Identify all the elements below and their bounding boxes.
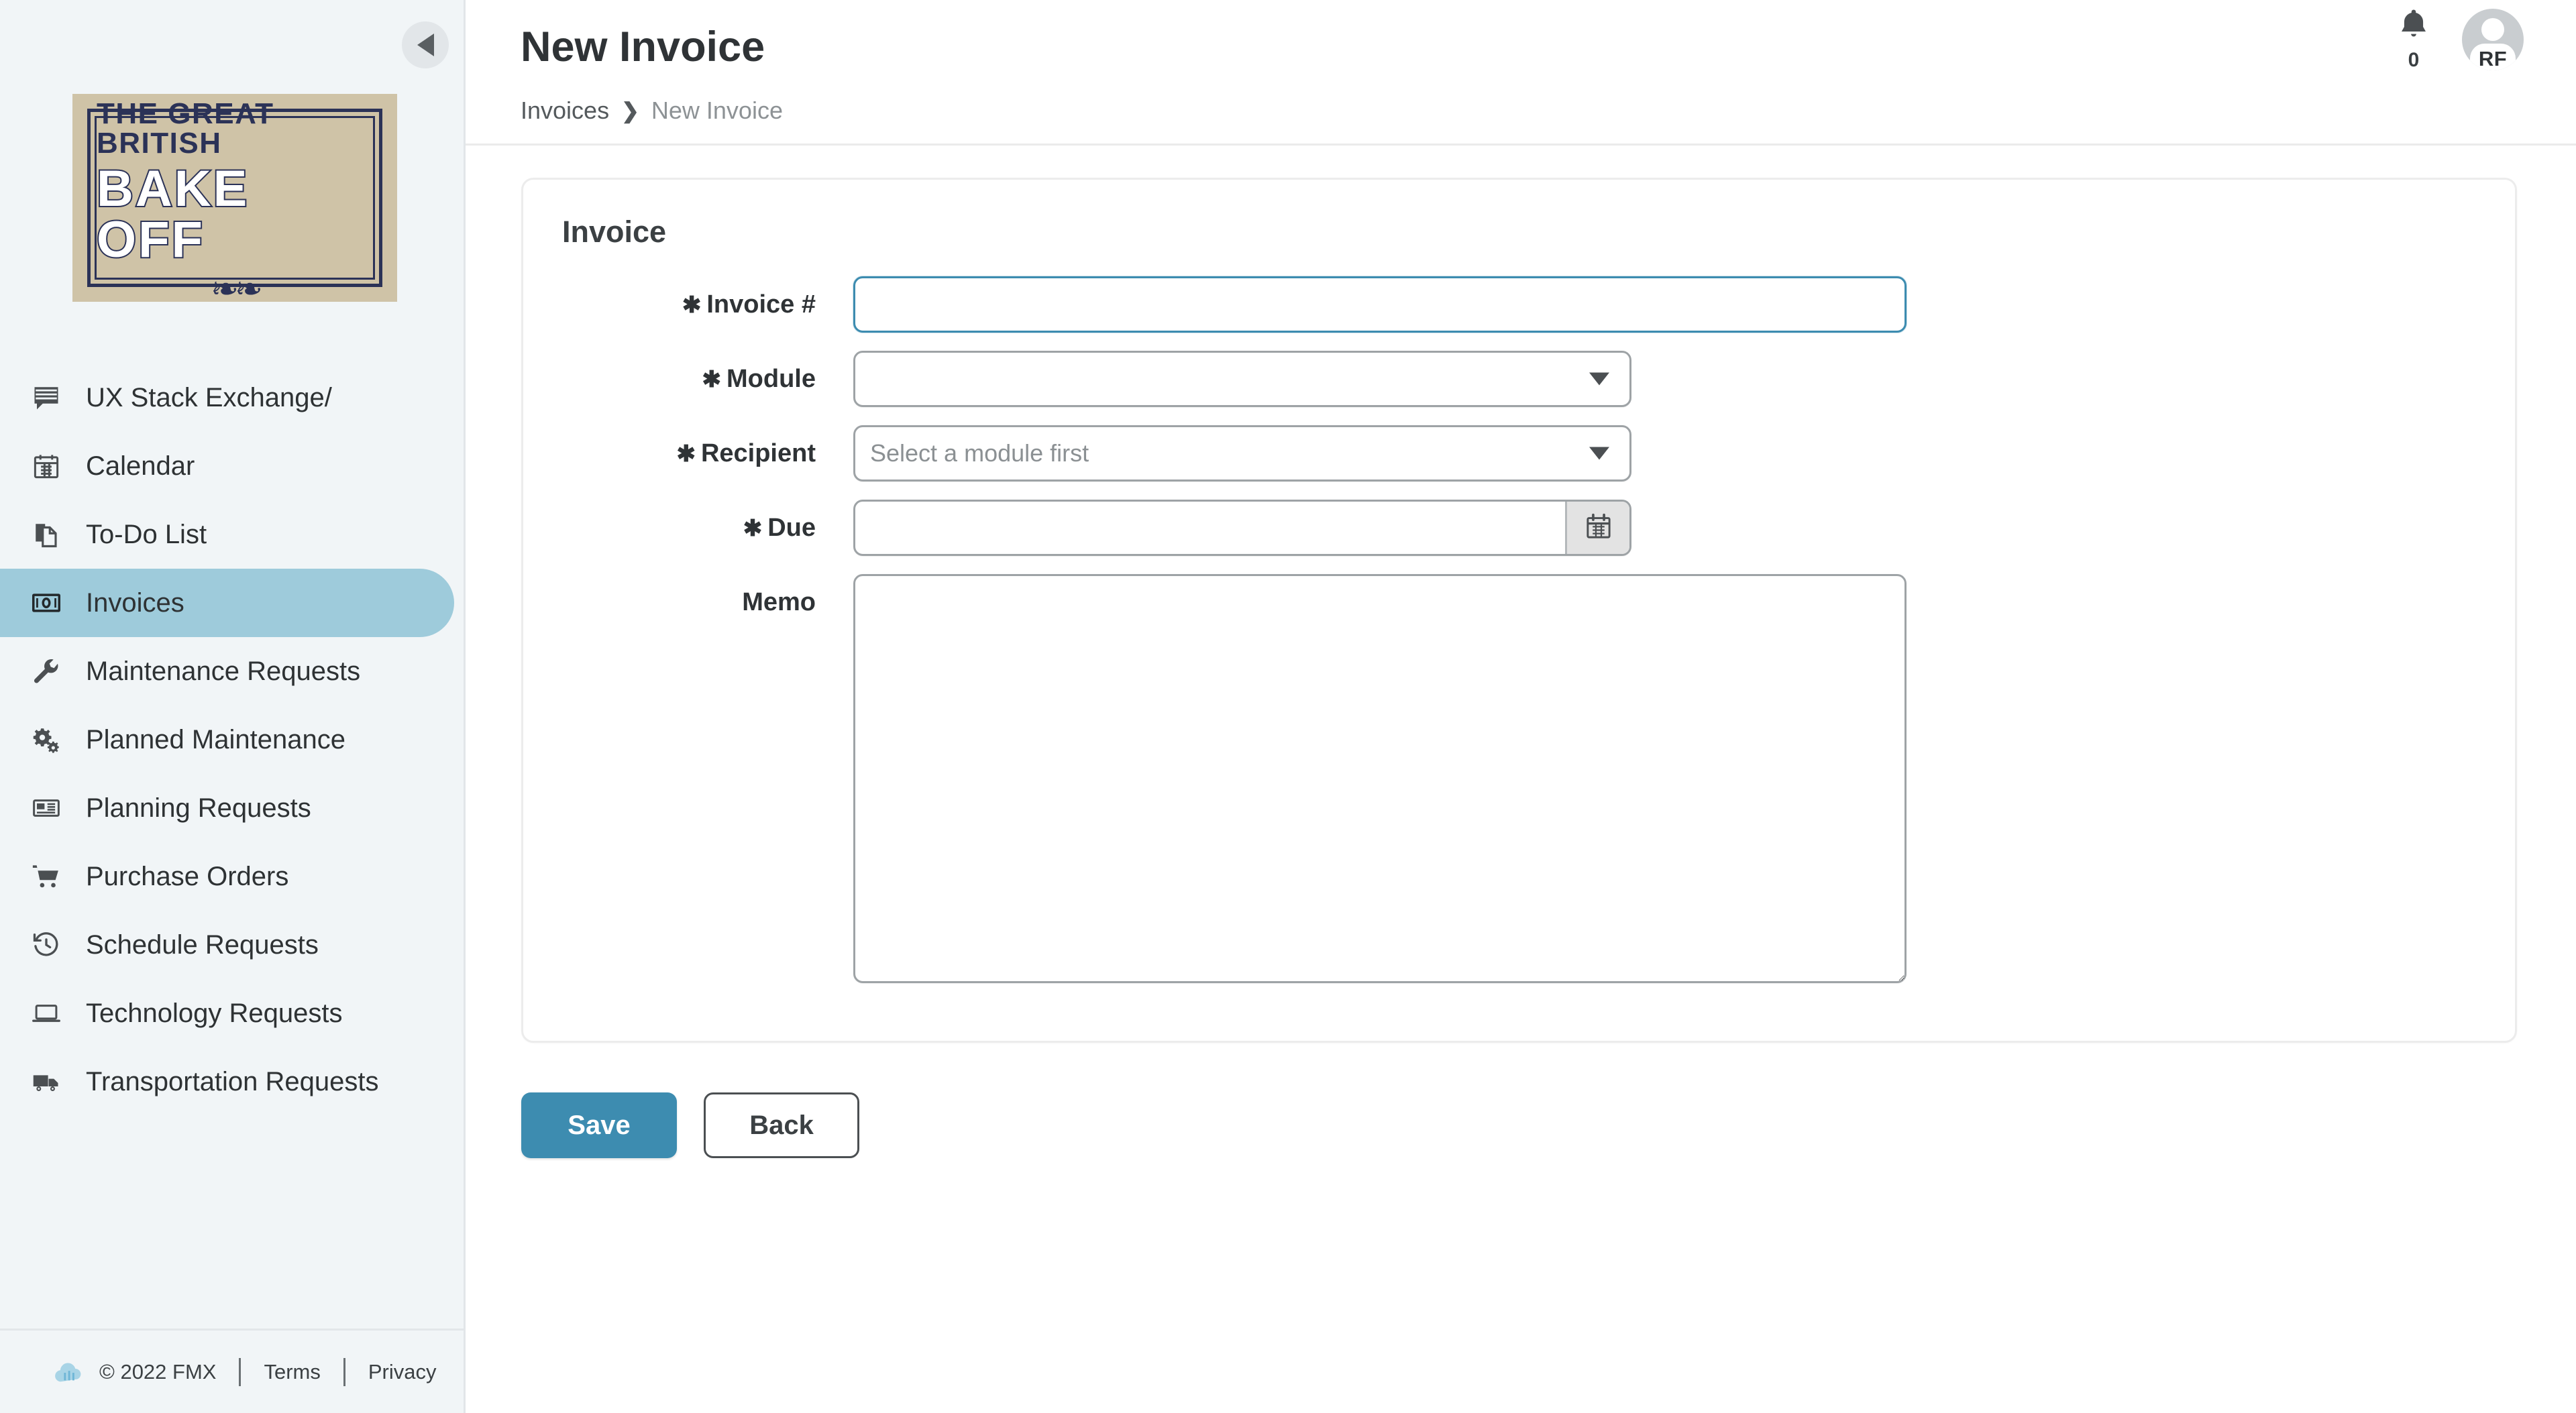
chevron-down-icon [1589,447,1609,460]
label-text: Invoice # [706,290,816,319]
due-date-group [853,500,1631,556]
sidebar-collapse-button[interactable] [402,21,449,68]
app-root: THE GREAT BRITISH BAKE OFF ❧❧ UX Stack E… [0,0,2576,1413]
sidebar-footer: © 2022 FMX Terms Privacy [0,1329,464,1413]
sidebar-item-label: Transportation Requests [86,1067,379,1097]
invoice-number-input[interactable] [853,276,1907,333]
form-row-memo: Memo [523,574,2515,983]
main-content: New Invoice Invoices ❯ New Invoice 0 [466,0,2576,1413]
due-date-input[interactable] [855,502,1565,554]
calendar-picker-icon [1584,512,1613,545]
footer-divider [343,1358,345,1386]
chevron-left-icon [414,32,437,58]
sidebar-item-label: Schedule Requests [86,930,319,960]
logo-flourish-ornament: ❧❧ [211,272,259,306]
sidebar-item-schedule-requests[interactable]: Schedule Requests [0,911,454,979]
recipient-select-placeholder: Select a module first [870,439,1089,467]
copy-document-icon [28,520,64,549]
sidebar-item-purchase-orders[interactable]: Purchase Orders [0,842,454,911]
invoice-number-label: ✱Invoice # [523,276,853,333]
invoice-card: Invoice ✱Invoice # ✱Module [521,178,2517,1043]
form-row-due: ✱Due [523,500,2515,557]
sidebar-item-label: UX Stack Exchange/ [86,383,332,413]
memo-label: Memo [523,574,853,630]
wrench-icon [28,657,64,685]
shopping-cart-icon [28,862,64,891]
notifications-button[interactable]: 0 [2396,7,2431,72]
label-text: Due [767,514,816,542]
top-bar-actions: 0 RF [2396,7,2524,72]
recipient-select[interactable]: Select a module first [853,425,1631,482]
form-row-module: ✱Module [523,351,2515,408]
logo-line-2: BAKE OFF [97,164,373,266]
required-marker: ✱ [743,516,763,541]
sidebar-item-transportation-requests[interactable]: Transportation Requests [0,1048,454,1116]
required-marker: ✱ [702,367,722,392]
sidebar-item-invoices[interactable]: Invoices [0,569,454,637]
memo-textarea[interactable] [853,574,1907,983]
cogs-icon [28,726,64,754]
sidebar: THE GREAT BRITISH BAKE OFF ❧❧ UX Stack E… [0,0,466,1413]
sidebar-item-label: Invoices [86,588,184,618]
required-marker: ✱ [676,441,696,467]
history-clock-icon [28,931,64,959]
top-bar: New Invoice Invoices ❯ New Invoice 0 [466,0,2576,146]
required-marker: ✱ [682,292,702,318]
breadcrumb: Invoices ❯ New Invoice [521,97,2576,125]
sidebar-nav: UX Stack Exchange/ Calendar [0,363,464,1329]
privacy-link[interactable]: Privacy [368,1360,437,1384]
calendar-icon [28,452,64,480]
avatar[interactable]: RF [2462,9,2524,70]
sidebar-item-label: Planning Requests [86,793,311,824]
card-title: Invoice [562,215,2515,249]
fmx-cloud-icon [54,1359,85,1385]
sidebar-item-label: Planned Maintenance [86,725,345,755]
sidebar-item-label: Technology Requests [86,999,342,1029]
form-row-invoice-number: ✱Invoice # [523,276,2515,333]
chevron-down-icon [1589,373,1609,386]
laptop-icon [28,999,64,1027]
sidebar-item-ux-stack-exchange[interactable]: UX Stack Exchange/ [0,363,454,432]
sidebar-item-label: Calendar [86,451,195,482]
avatar-initials: RF [2479,47,2507,70]
module-select[interactable] [853,351,1631,407]
form-row-recipient: ✱Recipient Select a module first [523,425,2515,482]
bell-icon [2396,7,2431,46]
sidebar-item-technology-requests[interactable]: Technology Requests [0,979,454,1048]
breadcrumb-separator-icon: ❯ [621,98,639,123]
sidebar-item-planned-maintenance[interactable]: Planned Maintenance [0,705,454,774]
label-text: Memo [742,588,816,616]
module-label: ✱Module [523,351,853,408]
save-button[interactable]: Save [521,1092,677,1158]
date-picker-button[interactable] [1565,502,1629,554]
sidebar-item-label: To-Do List [86,520,207,550]
sidebar-item-calendar[interactable]: Calendar [0,432,454,500]
terms-link[interactable]: Terms [264,1360,320,1384]
copyright-text: © 2022 FMX [99,1360,216,1384]
recipient-label: ✱Recipient [523,425,853,482]
form-actions: Save Back [521,1092,2576,1158]
sidebar-item-to-do-list[interactable]: To-Do List [0,500,454,569]
notification-count: 0 [2408,49,2420,72]
truck-icon [28,1068,64,1096]
money-bill-icon [28,588,64,618]
due-label: ✱Due [523,500,853,557]
label-text: Recipient [701,439,816,467]
brand-logo: THE GREAT BRITISH BAKE OFF ❧❧ [72,94,397,302]
newspaper-icon [28,794,64,822]
footer-divider [239,1358,241,1386]
breadcrumb-link-invoices[interactable]: Invoices [521,97,609,125]
user-avatar-icon [2481,18,2504,41]
page-title: New Invoice [521,23,2576,71]
sidebar-item-label: Maintenance Requests [86,657,360,687]
logo-line-1: THE GREAT BRITISH [97,99,373,158]
content-area: Invoice ✱Invoice # ✱Module [466,146,2576,1413]
comment-lines-icon [28,384,64,412]
label-text: Module [727,365,816,393]
sidebar-item-planning-requests[interactable]: Planning Requests [0,774,454,842]
sidebar-item-label: Purchase Orders [86,862,288,892]
breadcrumb-current: New Invoice [651,97,783,125]
sidebar-item-maintenance-requests[interactable]: Maintenance Requests [0,637,454,705]
back-button[interactable]: Back [704,1092,859,1158]
